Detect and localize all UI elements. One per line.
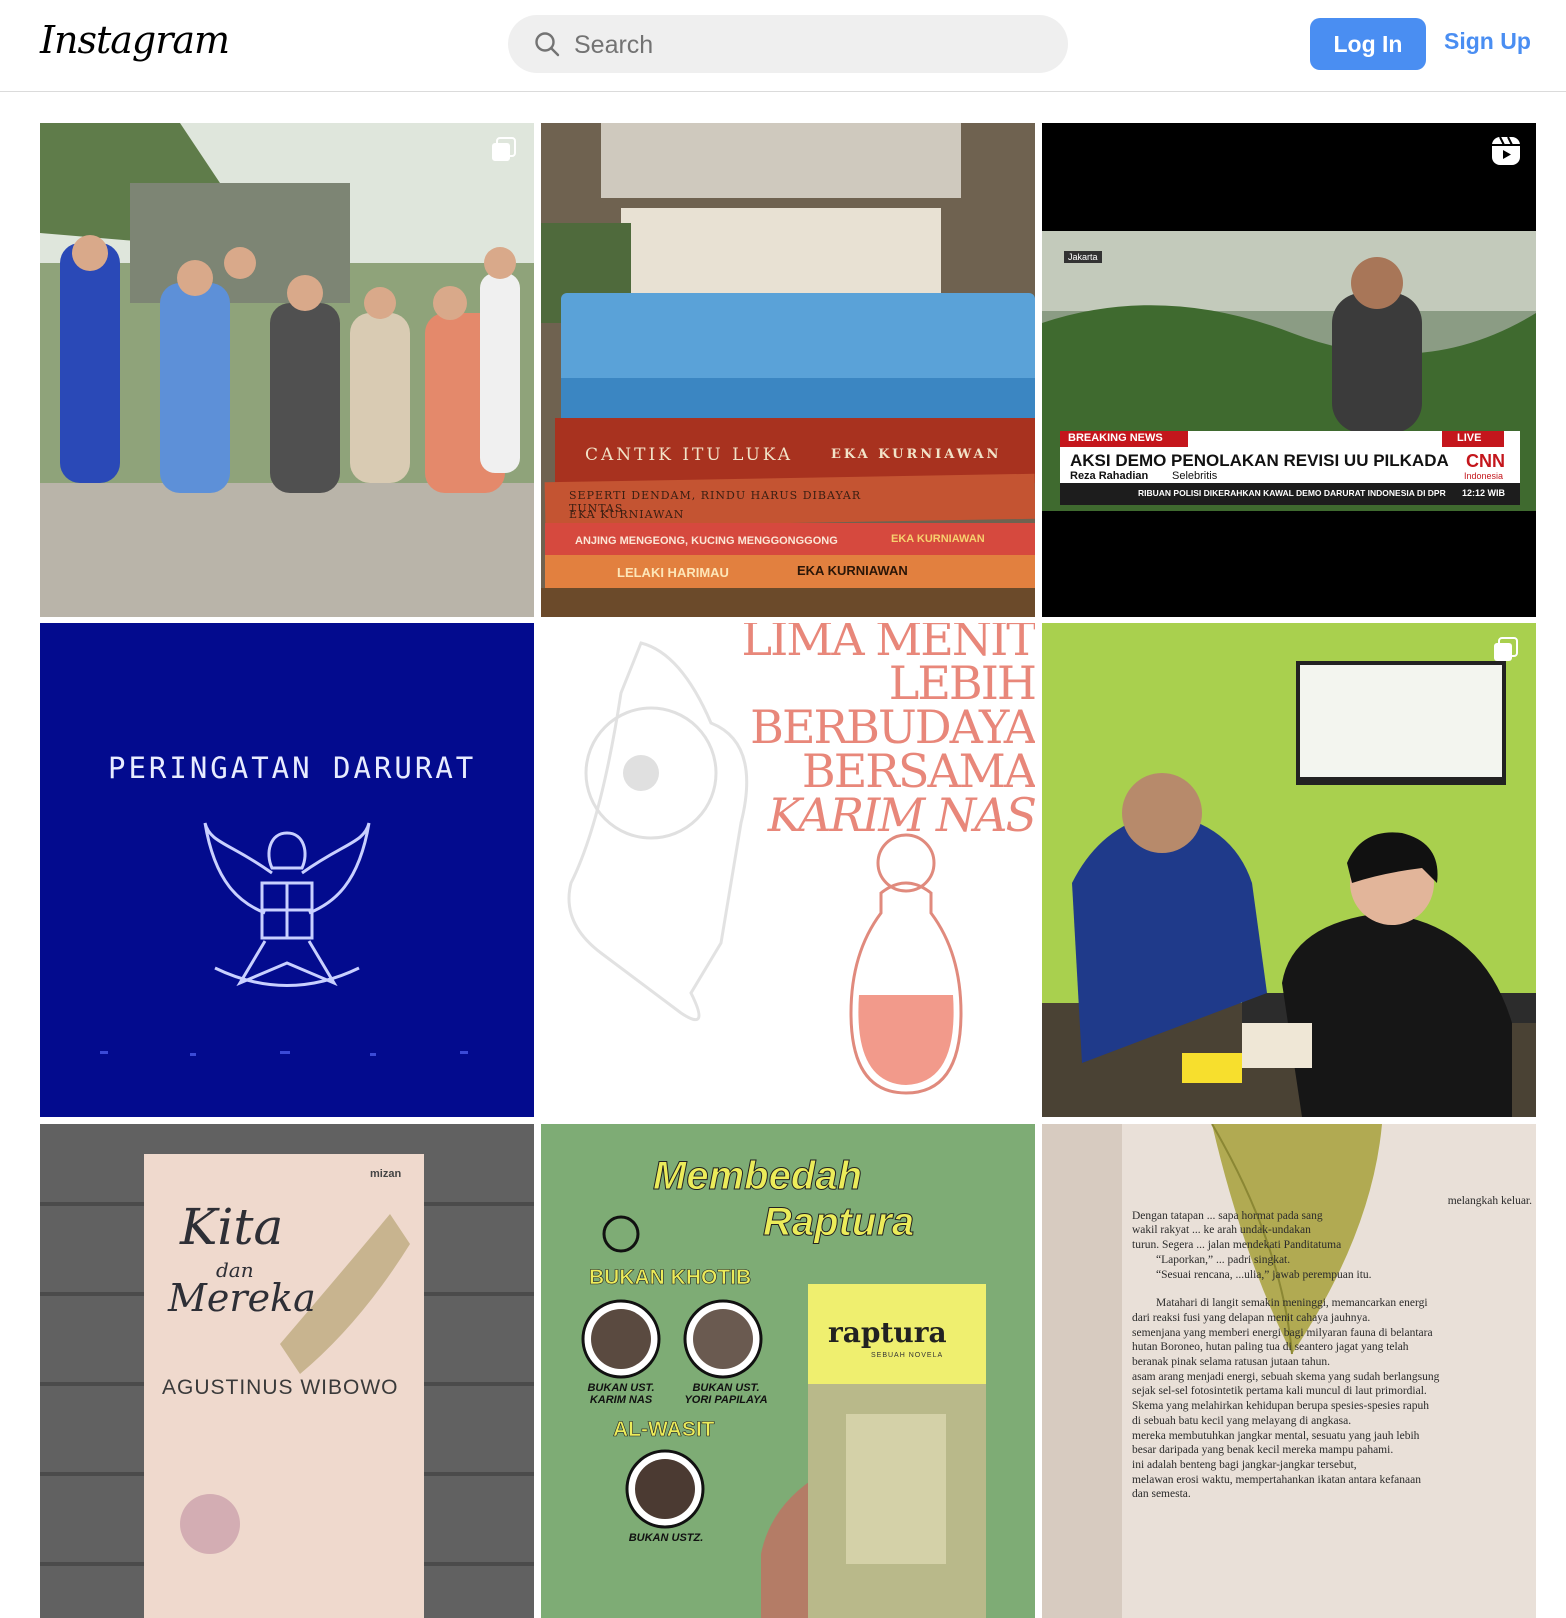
post-image-garuda-emblem: [40, 623, 534, 1117]
post-image-news-reel: [1042, 123, 1536, 617]
page-line: turun. Segera ... jalan mendekati Pandit…: [1132, 1239, 1342, 1252]
promo-line: KARIM NAS: [767, 788, 1035, 842]
news-location: Jakarta: [1064, 251, 1102, 263]
page-line: asam arang menjadi energi, sebuah skema …: [1132, 1370, 1440, 1383]
page-line: melawan erosi waktu, mempertahankan ikat…: [1132, 1473, 1421, 1486]
book-title: Kita: [180, 1198, 284, 1256]
alert-title: PERINGATAN DARURAT: [108, 751, 477, 785]
page-line: hutan Boroneo, hutan paling tua di seant…: [1132, 1341, 1409, 1354]
carousel-icon: [492, 137, 516, 161]
book-title: CANTIK ITU LUKA: [585, 445, 794, 465]
page-line: “Laporkan,” ... padri singkat.: [1156, 1253, 1291, 1266]
post-tile[interactable]: CANTIK ITU LUKA EKA KURNIAWAN SEPERTI DE…: [541, 123, 1035, 617]
post-image-group-photo: [40, 123, 534, 617]
post-tile[interactable]: Membedah Raptura BUKAN KHOTIB BUKAN UST.…: [541, 1124, 1035, 1618]
book-subtitle: SEBUAH NOVELA: [871, 1352, 944, 1359]
book-publisher: mizan: [370, 1168, 402, 1180]
post-image-book-signing: [1042, 623, 1536, 1117]
news-network-sub: Indonesia: [1464, 471, 1504, 481]
page-line: melangkah keluar.: [1447, 1195, 1532, 1207]
post-image-book-cover: [40, 1124, 534, 1618]
search-icon: [535, 32, 560, 57]
news-network: CNN: [1466, 451, 1505, 471]
page-line: ini adalah benteng bagi jangkar-jangkar …: [1132, 1458, 1357, 1471]
page-line: besar daripada yang benak kecil mereka m…: [1132, 1444, 1394, 1457]
news-live: LIVE: [1457, 432, 1482, 444]
page-line: beranak pinak selama ratusan jutaan tahu…: [1132, 1356, 1330, 1369]
page-line: mereka membutuhkan jangkar mental, sesua…: [1132, 1429, 1420, 1442]
event-subheading: BUKAN KHOTIB: [589, 1266, 752, 1290]
news-ticker: BREAKING NEWS: [1068, 432, 1163, 444]
search-bar[interactable]: [508, 15, 1068, 73]
book-author: EKA KURNIAWAN: [569, 508, 685, 521]
page-line: dari reaksi fusi yang delapan menit caha…: [1132, 1311, 1371, 1324]
book-title: Mereka: [168, 1276, 316, 1320]
speaker-label: BUKAN UST. KARIM NAS: [587, 1382, 655, 1406]
promo-line: LEBIH: [888, 656, 1035, 710]
speaker-label: BUKAN UST. YORI PAPILAYA: [684, 1382, 768, 1406]
page-line: di sebuah batu kecil yang melayang di an…: [1132, 1414, 1352, 1427]
signup-link[interactable]: Sign Up: [1444, 28, 1531, 55]
page-line: Dengan tatapan ... sapa hormat pada sang: [1132, 1209, 1323, 1222]
speaker-label: BUKAN USTZ.: [628, 1532, 704, 1544]
news-role: Selebritis: [1172, 470, 1218, 482]
promo-headline: LIMA MENIT LEBIH BERBUDAYA BERSAMA KARIM…: [742, 623, 1035, 842]
page-line: semenjana yang memberi energi bagi milya…: [1132, 1326, 1433, 1339]
post-tile[interactable]: Jakarta BREAKING NEWS LIVE AKSI DEMO PEN…: [1042, 123, 1536, 617]
event-title: Raptura: [762, 1200, 915, 1245]
page-text: melangkah keluar. Dengan tatapan ... sap…: [1132, 1194, 1532, 1502]
book-title: ANJING MENGEONG, KUCING MENGGONGGONG: [575, 535, 838, 547]
search-input[interactable]: [572, 24, 1046, 66]
page-line: “Sesuai rencana, ...ulia,” jawab perempu…: [1156, 1268, 1372, 1281]
post-tile[interactable]: melangkah keluar. Dengan tatapan ... sap…: [1042, 1124, 1536, 1618]
page-line: Matahari di langit semakin meninggi, mem…: [1156, 1297, 1428, 1310]
news-time: 12:12 WIB: [1462, 488, 1506, 498]
book-author: AGUSTINUS WIBOWO: [162, 1376, 399, 1399]
top-navbar: Instagram Log In Sign Up: [0, 0, 1566, 92]
book-author: EKA KURNIAWAN: [831, 447, 1002, 462]
book-author: EKA KURNIAWAN: [797, 563, 908, 578]
event-subheading: AL-WASIT: [613, 1418, 715, 1442]
carousel-icon: [1494, 637, 1518, 661]
book-title: LELAKI HARIMAU: [617, 565, 729, 580]
news-crawl: RIBUAN POLISI DIKERAHKAN KAWAL DEMO DARU…: [1138, 488, 1446, 498]
post-tile[interactable]: PERINGATAN DARURAT: [40, 623, 534, 1117]
instagram-logo[interactable]: Instagram: [40, 18, 230, 62]
post-tile[interactable]: [1042, 623, 1536, 1117]
page-line: dan semesta.: [1132, 1488, 1191, 1501]
page-line: sejak sel-sel fotosintetik pertama kali …: [1132, 1385, 1427, 1398]
promo-line: BERBUDAYA: [750, 700, 1035, 754]
promo-line: BERSAMA: [801, 744, 1035, 798]
event-title: Membedah: [653, 1154, 863, 1199]
login-button[interactable]: Log In: [1310, 18, 1426, 70]
book-title: raptura: [828, 1316, 947, 1349]
book-author: EKA KURNIAWAN: [891, 533, 985, 545]
news-headline: AKSI DEMO PENOLAKAN REVISI UU PILKADA: [1070, 451, 1449, 470]
page-line: wakil rakyat ... ke arah undak-undakan: [1132, 1224, 1311, 1237]
post-tile[interactable]: LIMA MENIT LEBIH BERBUDAYA BERSAMA KARIM…: [541, 623, 1035, 1117]
page-line: Skema yang melahirkan kehidupan berupa s…: [1132, 1400, 1429, 1413]
reel-icon: [1492, 136, 1520, 165]
post-tile[interactable]: [40, 123, 534, 617]
post-tile[interactable]: mizan Kita dan Mereka AGUSTINUS WIBOWO: [40, 1124, 534, 1618]
news-name: Reza Rahadian: [1070, 470, 1149, 482]
